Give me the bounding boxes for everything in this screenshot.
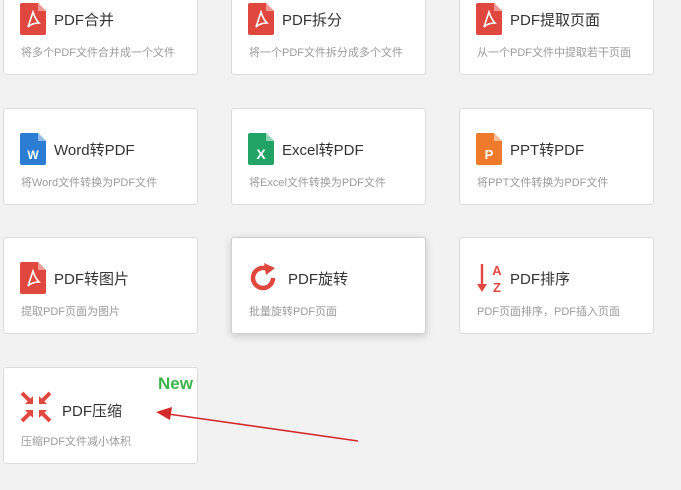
card-desc: 提取PDF页面为图片	[21, 306, 120, 318]
pdf-file-icon	[20, 262, 46, 294]
card-word-to-pdf[interactable]: W Word转PDF 将Word文件转换为PDF文件	[3, 108, 198, 205]
card-title: PDF旋转	[288, 271, 349, 288]
card-pdf-to-image[interactable]: PDF转图片 提取PDF页面为图片	[3, 237, 198, 334]
new-badge: New	[158, 374, 193, 393]
svg-text:Z: Z	[493, 280, 501, 294]
ppt-file-icon: P	[476, 133, 502, 165]
card-desc: 将多个PDF文件合并成一个文件	[21, 47, 175, 59]
card-title: PDF压缩	[62, 403, 123, 420]
card-title: PDF转图片	[54, 271, 130, 288]
card-desc: 将Word文件转换为PDF文件	[21, 177, 158, 189]
card-desc: 从一个PDF文件中提取若干页面	[477, 47, 631, 59]
card-desc: 批量旋转PDF页面	[249, 306, 337, 318]
card-pdf-compress[interactable]: New PDF压缩 压缩PDF文件减小体积	[3, 367, 198, 464]
card-title: PDF提取页面	[510, 12, 601, 29]
tool-grid: New PDF合并 将多个PDF文件合并成一个文件 PDF拆分 将一个PDF文件…	[0, 0, 681, 490]
card-pdf-merge[interactable]: New PDF合并 将多个PDF文件合并成一个文件	[3, 0, 198, 75]
pdf-file-icon	[20, 3, 46, 35]
card-title: PDF拆分	[282, 12, 343, 29]
card-desc: 将Excel文件转换为PDF文件	[249, 177, 386, 189]
card-desc: 将一个PDF文件拆分成多个文件	[249, 47, 403, 59]
card-title: PDF排序	[510, 271, 571, 288]
svg-text:A: A	[492, 263, 502, 278]
excel-file-icon: X	[248, 133, 274, 165]
compress-icon	[20, 391, 52, 423]
card-pdf-extract[interactable]: PDF提取页面 从一个PDF文件中提取若干页面	[459, 0, 654, 75]
svg-text:P: P	[485, 147, 494, 162]
rotate-icon	[250, 263, 276, 291]
sort-az-icon: A Z	[477, 263, 502, 294]
card-excel-to-pdf[interactable]: X Excel转PDF 将Excel文件转换为PDF文件	[231, 108, 426, 205]
card-desc: 将PPT文件转换为PDF文件	[477, 177, 609, 189]
svg-text:X: X	[256, 146, 266, 162]
card-title: PPT转PDF	[510, 142, 585, 159]
card-pdf-rotate[interactable]: PDF旋转 批量旋转PDF页面	[231, 237, 426, 334]
card-pdf-sort[interactable]: A Z PDF排序 PDF页面排序，PDF插入页面	[459, 237, 654, 334]
pdf-file-icon	[476, 3, 502, 35]
card-title: Excel转PDF	[282, 142, 364, 159]
svg-text:W: W	[27, 148, 39, 162]
card-pdf-split[interactable]: PDF拆分 将一个PDF文件拆分成多个文件	[231, 0, 426, 75]
card-title: PDF合并	[54, 12, 115, 29]
card-ppt-to-pdf[interactable]: P PPT转PDF 将PPT文件转换为PDF文件	[459, 108, 654, 205]
card-desc: PDF页面排序，PDF插入页面	[477, 306, 620, 318]
pdf-file-icon	[248, 3, 274, 35]
card-title: Word转PDF	[54, 142, 135, 159]
card-desc: 压缩PDF文件减小体积	[21, 436, 131, 448]
word-file-icon: W	[20, 133, 46, 165]
